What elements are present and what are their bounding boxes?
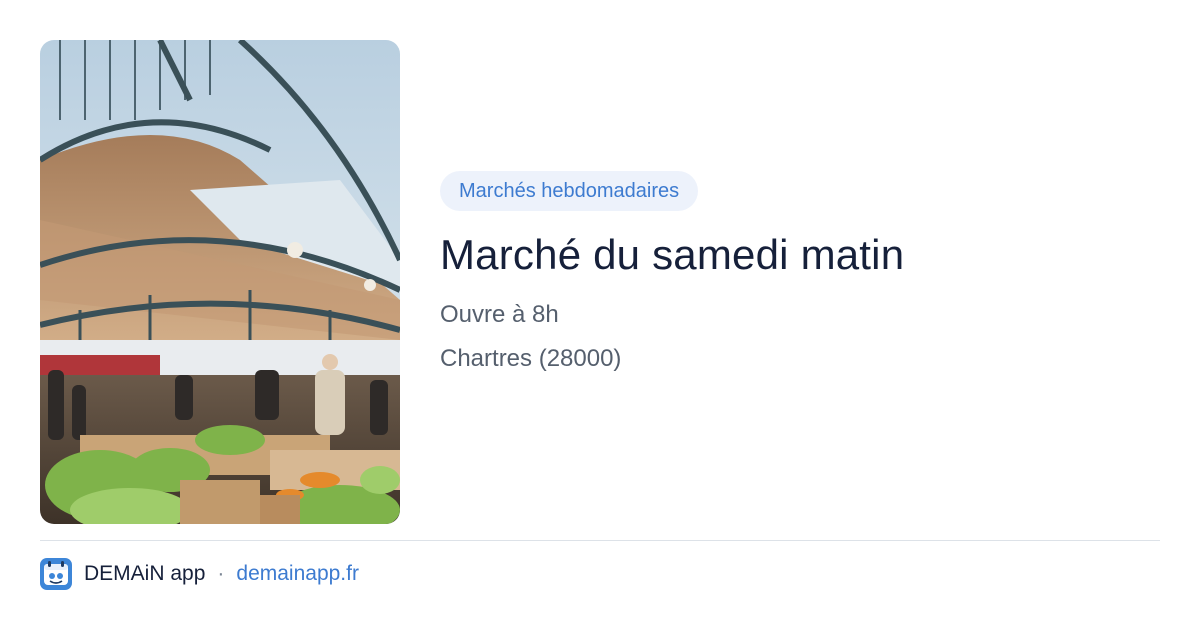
separator-dot: · <box>217 562 225 585</box>
category-badge[interactable]: Marchés hebdomadaires <box>440 171 699 211</box>
footer-divider <box>40 540 1160 541</box>
footer: DEMAiN app · demainapp.fr <box>40 557 359 591</box>
location-text: Chartres (28000) <box>440 345 622 372</box>
app-name: DEMAiN app <box>84 562 206 585</box>
domain-link[interactable]: demainapp.fr <box>236 562 359 586</box>
listing-info: Marchés hebdomadaires Marché du samedi m… <box>440 171 1140 374</box>
demain-app-logo-icon <box>40 558 72 590</box>
opening-hours: Ouvre à 8h <box>440 301 559 328</box>
market-hall-photo <box>40 40 400 524</box>
event-title: Marché du samedi matin <box>440 231 905 278</box>
